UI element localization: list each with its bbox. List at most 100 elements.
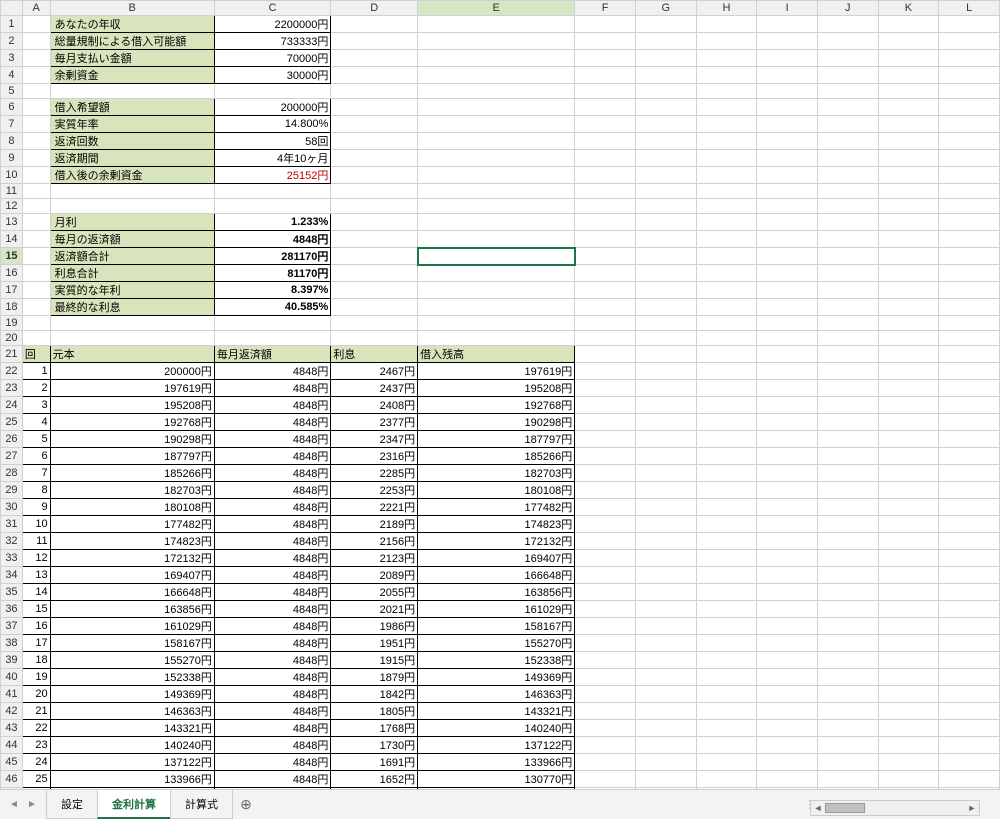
cell-L7[interactable]	[939, 116, 1000, 133]
cell-I12[interactable]	[757, 199, 818, 214]
row-header-37[interactable]: 37	[1, 618, 23, 635]
cell-I46[interactable]	[757, 771, 818, 788]
cell-G6[interactable]	[635, 99, 696, 116]
cell-E45[interactable]: 133966円	[418, 754, 575, 771]
col-header-H[interactable]: H	[696, 1, 757, 16]
col-header-L[interactable]: L	[939, 1, 1000, 16]
cell-C5[interactable]	[214, 84, 330, 99]
cell-H2[interactable]	[696, 33, 757, 50]
cell-E35[interactable]: 163856円	[418, 584, 575, 601]
cell-H24[interactable]	[696, 397, 757, 414]
cell-K17[interactable]	[878, 282, 939, 299]
cell-C39[interactable]: 4848円	[214, 652, 330, 669]
cell-D27[interactable]: 2316円	[331, 448, 418, 465]
cell-G40[interactable]	[635, 669, 696, 686]
cell-C30[interactable]: 4848円	[214, 499, 330, 516]
cell-C11[interactable]	[214, 184, 330, 199]
cell-G9[interactable]	[635, 150, 696, 167]
row-header-36[interactable]: 36	[1, 601, 23, 618]
cell-A1[interactable]	[22, 16, 50, 33]
cell-C26[interactable]: 4848円	[214, 431, 330, 448]
spreadsheet-grid[interactable]: ABCDEFGHIJKL1あなたの年収2200000円2総量規制による借入可能額…	[0, 0, 1000, 789]
cell-L46[interactable]	[939, 771, 1000, 788]
row-header-8[interactable]: 8	[1, 133, 23, 150]
cell-F38[interactable]	[575, 635, 636, 652]
cell-C8[interactable]: 58回	[214, 133, 330, 150]
cell-G8[interactable]	[635, 133, 696, 150]
row-header-2[interactable]: 2	[1, 33, 23, 50]
cell-B24[interactable]: 195208円	[50, 397, 214, 414]
cell-B21[interactable]: 元本	[50, 346, 214, 363]
cell-C14[interactable]: 4848円	[214, 231, 330, 248]
cell-B18[interactable]: 最終的な利息	[50, 299, 214, 316]
cell-A46[interactable]: 25	[22, 771, 50, 788]
row-header-26[interactable]: 26	[1, 431, 23, 448]
cell-L38[interactable]	[939, 635, 1000, 652]
cell-G2[interactable]	[635, 33, 696, 50]
cell-F2[interactable]	[575, 33, 636, 50]
row-header-17[interactable]: 17	[1, 282, 23, 299]
cell-B15[interactable]: 返済額合計	[50, 248, 214, 265]
cell-G36[interactable]	[635, 601, 696, 618]
cell-J10[interactable]	[817, 167, 878, 184]
cell-B6[interactable]: 借入希望額	[50, 99, 214, 116]
cell-D14[interactable]	[331, 231, 418, 248]
cell-D20[interactable]	[331, 331, 418, 346]
cell-K24[interactable]	[878, 397, 939, 414]
cell-B40[interactable]: 152338円	[50, 669, 214, 686]
cell-L37[interactable]	[939, 618, 1000, 635]
row-header-35[interactable]: 35	[1, 584, 23, 601]
cell-A17[interactable]	[22, 282, 50, 299]
cell-B3[interactable]: 毎月支払い金額	[50, 50, 214, 67]
row-header-32[interactable]: 32	[1, 533, 23, 550]
cell-C34[interactable]: 4848円	[214, 567, 330, 584]
cell-G39[interactable]	[635, 652, 696, 669]
cell-C18[interactable]: 40.585%	[214, 299, 330, 316]
cell-B45[interactable]: 137122円	[50, 754, 214, 771]
cell-I2[interactable]	[757, 33, 818, 50]
cell-B30[interactable]: 180108円	[50, 499, 214, 516]
cell-I1[interactable]	[757, 16, 818, 33]
cell-G1[interactable]	[635, 16, 696, 33]
cell-L36[interactable]	[939, 601, 1000, 618]
cell-K33[interactable]	[878, 550, 939, 567]
cell-E29[interactable]: 180108円	[418, 482, 575, 499]
cell-L27[interactable]	[939, 448, 1000, 465]
cell-H31[interactable]	[696, 516, 757, 533]
cell-D12[interactable]	[331, 199, 418, 214]
cell-E25[interactable]: 190298円	[418, 414, 575, 431]
cell-H3[interactable]	[696, 50, 757, 67]
scroll-track[interactable]	[825, 801, 965, 815]
cell-H36[interactable]	[696, 601, 757, 618]
row-header-1[interactable]: 1	[1, 16, 23, 33]
cell-G10[interactable]	[635, 167, 696, 184]
cell-J37[interactable]	[817, 618, 878, 635]
col-header-D[interactable]: D	[331, 1, 418, 16]
cell-D38[interactable]: 1951円	[331, 635, 418, 652]
cell-J25[interactable]	[817, 414, 878, 431]
row-header-41[interactable]: 41	[1, 686, 23, 703]
cell-G13[interactable]	[635, 214, 696, 231]
cell-C43[interactable]: 4848円	[214, 720, 330, 737]
cell-C44[interactable]: 4848円	[214, 737, 330, 754]
cell-K36[interactable]	[878, 601, 939, 618]
cell-E37[interactable]: 158167円	[418, 618, 575, 635]
cell-F33[interactable]	[575, 550, 636, 567]
cell-G28[interactable]	[635, 465, 696, 482]
cell-G20[interactable]	[635, 331, 696, 346]
cell-F4[interactable]	[575, 67, 636, 84]
col-header-K[interactable]: K	[878, 1, 939, 16]
cell-F36[interactable]	[575, 601, 636, 618]
cell-E24[interactable]: 192768円	[418, 397, 575, 414]
cell-G12[interactable]	[635, 199, 696, 214]
cell-H12[interactable]	[696, 199, 757, 214]
cell-F43[interactable]	[575, 720, 636, 737]
cell-F41[interactable]	[575, 686, 636, 703]
cell-D26[interactable]: 2347円	[331, 431, 418, 448]
cell-I9[interactable]	[757, 150, 818, 167]
cell-H4[interactable]	[696, 67, 757, 84]
row-header-23[interactable]: 23	[1, 380, 23, 397]
cell-F11[interactable]	[575, 184, 636, 199]
cell-I25[interactable]	[757, 414, 818, 431]
cell-D23[interactable]: 2437円	[331, 380, 418, 397]
